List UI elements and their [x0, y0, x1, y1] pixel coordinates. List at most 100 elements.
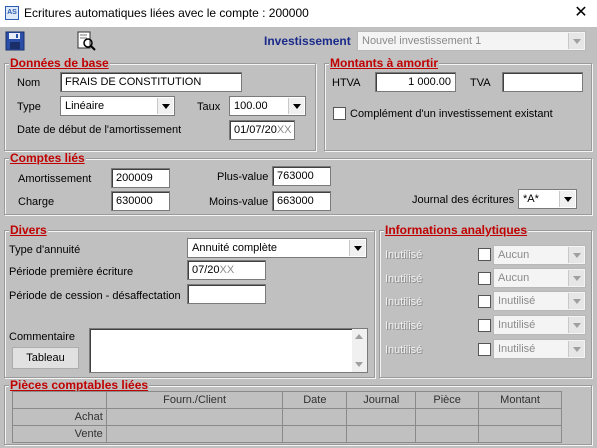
analytique-checkbox-3[interactable] — [478, 295, 491, 308]
table-cell[interactable] — [346, 408, 417, 426]
type-value: Linéaire — [65, 100, 105, 112]
chevron-down-icon — [568, 33, 584, 49]
analytique-select-3: Inutilisé — [493, 291, 586, 311]
save-disk-icon[interactable] — [5, 31, 25, 51]
amortissement-label: Amortissement — [18, 173, 92, 185]
chevron-down-icon — [568, 317, 584, 333]
pieces-col-montant: Montant — [478, 391, 562, 409]
taux-label: Taux — [197, 101, 221, 113]
pieces-col-piece: Pièce — [415, 391, 480, 409]
table-row[interactable]: Achat — [12, 408, 562, 426]
chevron-down-icon — [559, 191, 575, 207]
analytique-label-2: Inutilisé — [385, 273, 423, 285]
periode-premiere-label: Période première écriture — [9, 266, 134, 278]
scroll-up-icon[interactable] — [355, 334, 363, 339]
group-comptes-title: Comptes liés — [9, 151, 86, 165]
date-debut-input[interactable]: 01/07/20XX — [229, 120, 295, 140]
investissement-value: Nouvel investissement 1 — [362, 35, 482, 47]
commentaire-scrollbar[interactable] — [352, 329, 367, 372]
moins-value-label: Moins-value — [209, 196, 269, 208]
plus-value-label: Plus-value — [217, 171, 269, 183]
type-select[interactable]: Linéaire — [60, 96, 175, 116]
complement-checkbox[interactable] — [333, 107, 346, 120]
window-title: Ecritures automatiques liées avec le com… — [24, 6, 309, 20]
annuite-label: Type d'annuité — [9, 244, 81, 256]
complement-label: Complément d'un investissement existant — [350, 108, 553, 120]
table-cell[interactable] — [415, 408, 480, 426]
type-label: Type — [17, 101, 41, 113]
table-cell[interactable] — [478, 408, 562, 426]
group-analytiques-title: Informations analytiques — [384, 223, 529, 237]
analytique-label-5: Inutilisé — [385, 344, 423, 356]
analytique-value-1: Aucun — [498, 249, 530, 261]
journal-label: Journal des écritures — [412, 194, 515, 206]
charge-input[interactable]: 630000 — [111, 191, 170, 211]
analytique-label-4: Inutilisé — [385, 320, 423, 332]
analytique-value-3: Inutilisé — [498, 295, 536, 307]
journal-select[interactable]: *A* — [518, 189, 577, 209]
tva-input[interactable] — [502, 72, 583, 92]
analytique-select-1: Aucun — [493, 245, 586, 265]
chevron-down-icon — [349, 240, 365, 256]
tva-label: TVA — [470, 77, 491, 89]
table-cell[interactable] — [282, 425, 348, 443]
analytique-label-3: Inutilisé — [385, 296, 423, 308]
table-cell[interactable] — [105, 425, 284, 443]
analytique-value-4: Inutilisé — [498, 319, 536, 331]
commentaire-textarea[interactable] — [89, 328, 368, 373]
plus-value-input[interactable]: 763000 — [272, 166, 331, 186]
charge-label: Charge — [18, 196, 55, 208]
htva-input[interactable]: 1 000.00 — [375, 72, 456, 92]
pieces-row-vente: Vente — [12, 425, 107, 443]
chevron-down-icon — [568, 247, 584, 263]
analytique-checkbox-4[interactable] — [478, 319, 491, 332]
htva-label: HTVA — [332, 77, 361, 89]
nom-label: Nom — [17, 77, 41, 89]
group-divers-title: Divers — [9, 223, 48, 237]
table-cell[interactable] — [346, 425, 417, 443]
chevron-down-icon — [157, 98, 173, 114]
table-cell[interactable] — [478, 425, 562, 443]
nom-input[interactable]: FRAIS DE CONSTITUTION — [60, 72, 242, 92]
periode-premiere-value: 07/20 — [192, 264, 220, 276]
pieces-header-row: Fourn./Client Date Journal Pièce Montant — [12, 391, 562, 409]
journal-value: *A* — [523, 193, 539, 205]
investissement-select: Nouvel investissement 1 — [357, 31, 586, 51]
pieces-col-date: Date — [282, 391, 348, 409]
scroll-down-icon[interactable] — [355, 362, 363, 367]
cession-input[interactable] — [187, 284, 266, 304]
analytique-label-1: Inutilisé — [385, 249, 423, 261]
table-cell[interactable] — [282, 408, 348, 426]
analytique-select-2: Aucun — [493, 268, 586, 288]
table-cell[interactable] — [415, 425, 480, 443]
table-cell[interactable] — [105, 408, 284, 426]
periode-premiere-suffix: XX — [219, 264, 235, 276]
print-preview-icon[interactable] — [76, 31, 96, 51]
close-button[interactable]: ✕ — [570, 3, 592, 23]
pieces-row-achat: Achat — [12, 408, 107, 426]
chevron-down-icon — [568, 293, 584, 309]
tableau-button[interactable]: Tableau — [12, 347, 79, 369]
annuite-select[interactable]: Annuité complète — [187, 238, 367, 258]
commentaire-label: Commentaire — [9, 331, 76, 343]
analytique-value-5: Inutilisé — [498, 343, 536, 355]
table-row[interactable]: Vente — [12, 425, 562, 443]
date-debut-label: Date de début de l'amortissement — [17, 124, 182, 136]
chevron-down-icon — [568, 270, 584, 286]
taux-value: 100.00 — [234, 100, 268, 112]
date-debut-suffix: XX — [276, 124, 292, 136]
cession-label: Période de cession - désaffectation — [9, 290, 181, 302]
analytique-select-5: Inutilisé — [493, 339, 586, 359]
pieces-col-journal: Journal — [346, 391, 417, 409]
amortissement-input[interactable]: 200009 — [111, 168, 170, 188]
group-donnees-title: Données de base — [9, 56, 110, 70]
moins-value-input[interactable]: 663000 — [272, 191, 331, 211]
taux-select[interactable]: 100.00 — [229, 96, 306, 116]
periode-premiere-input[interactable]: 07/20XX — [187, 260, 266, 280]
analytique-checkbox-1[interactable] — [478, 248, 491, 261]
pieces-col-blank — [12, 391, 107, 409]
analytique-checkbox-5[interactable] — [478, 343, 491, 356]
investissement-label: Investissement — [264, 34, 351, 48]
annuite-value: Annuité complète — [192, 242, 277, 254]
analytique-checkbox-2[interactable] — [478, 272, 491, 285]
